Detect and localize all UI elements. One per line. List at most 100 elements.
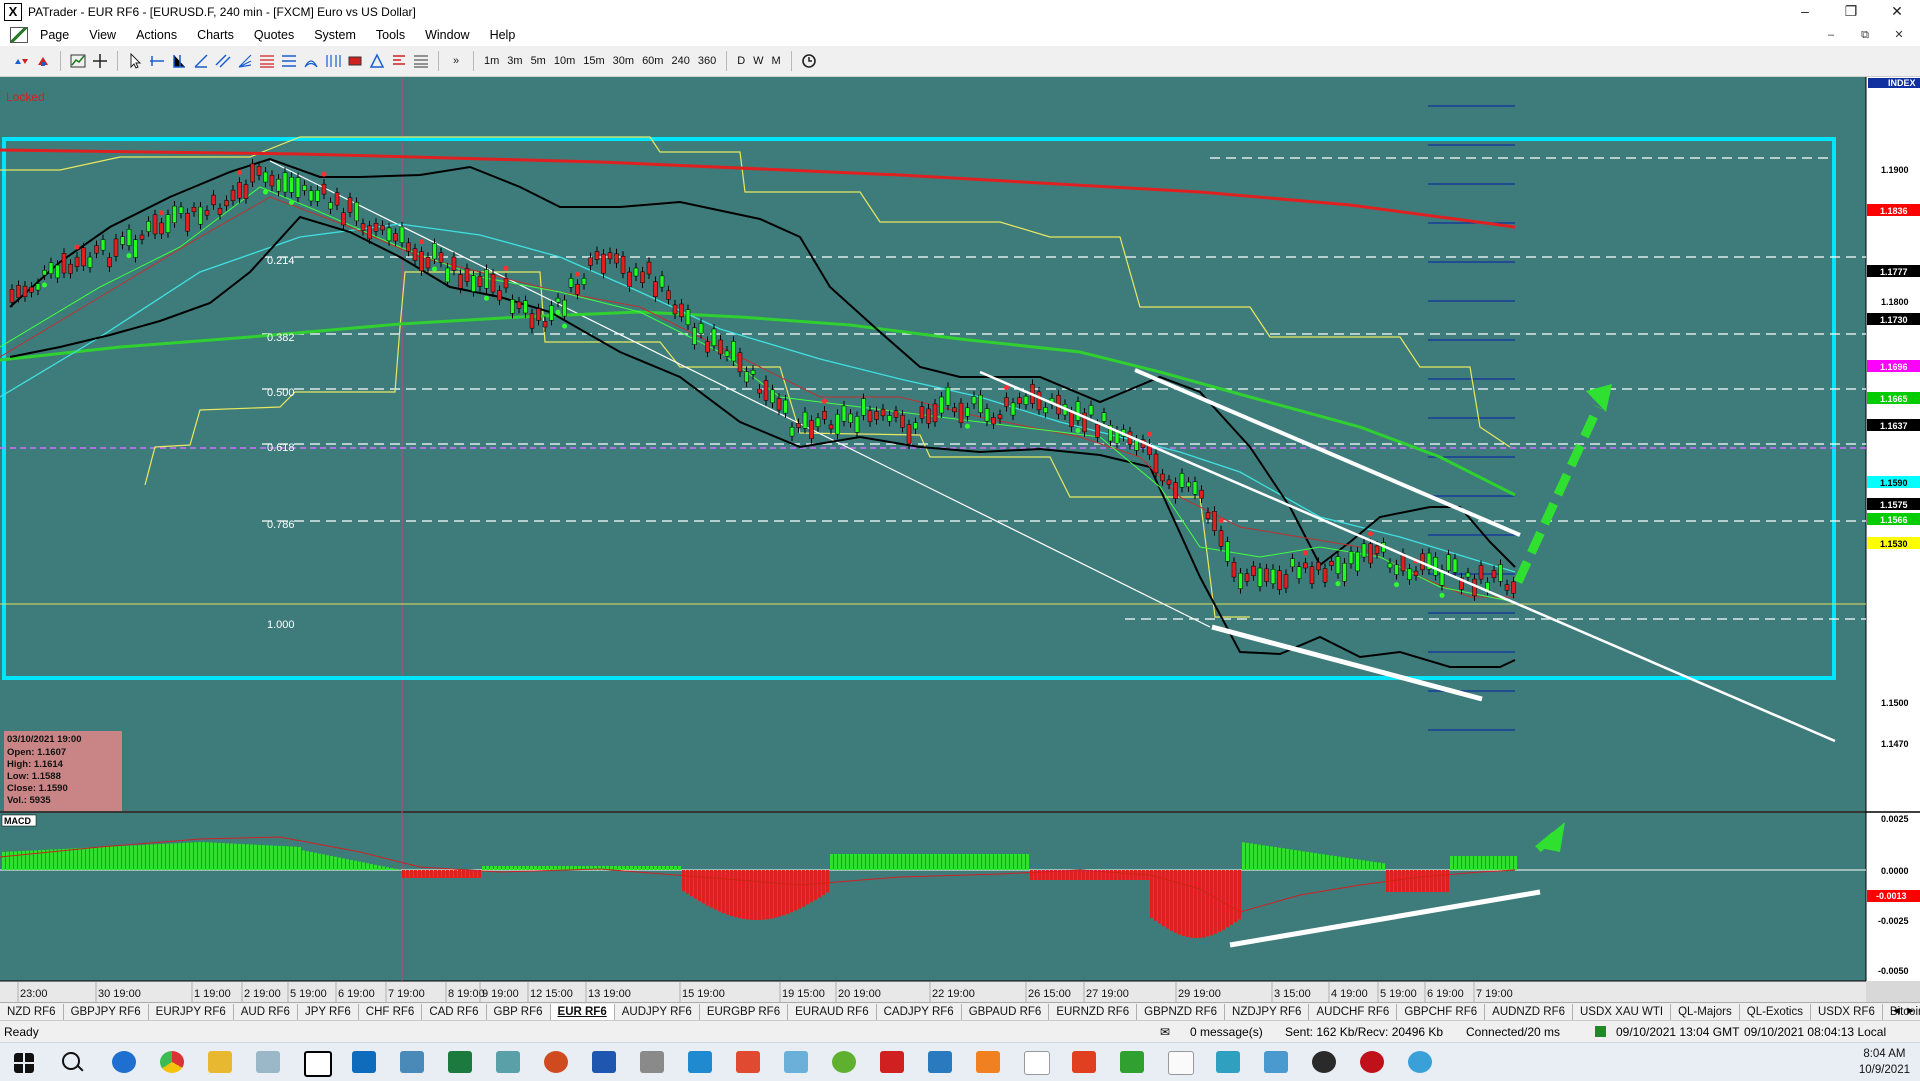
vertical-line-icon[interactable] xyxy=(170,51,188,71)
symbol-tab[interactable]: QL-Majors xyxy=(1671,1004,1740,1021)
symbol-tab[interactable]: NZD RF6 xyxy=(0,1004,64,1021)
app-icon-tray-7[interactable] xyxy=(880,1051,904,1073)
symbol-tab[interactable]: AUDNZD RF6 xyxy=(1485,1004,1573,1021)
menu-page[interactable]: Page xyxy=(30,24,79,46)
channel-icon[interactable] xyxy=(214,51,232,71)
timeframe-10m[interactable]: 10m xyxy=(554,55,575,67)
calculator-icon[interactable] xyxy=(400,1051,424,1073)
app-icon-tray-9[interactable] xyxy=(976,1051,1000,1073)
symbol-tab[interactable]: JPY RF6 xyxy=(298,1004,359,1021)
macd-panel[interactable] xyxy=(0,813,1866,981)
mdi-minimize-button[interactable]: – xyxy=(1814,24,1848,46)
patrader-taskbar-icon[interactable] xyxy=(304,1051,332,1077)
period-weekly[interactable]: W xyxy=(753,55,763,67)
notepad-icon[interactable] xyxy=(1024,1051,1050,1075)
close-button[interactable]: ✕ xyxy=(1874,0,1920,24)
symbol-tab[interactable]: CHF RF6 xyxy=(359,1004,423,1021)
order-icon[interactable] xyxy=(34,51,52,71)
symbol-tab[interactable]: GBPJPY RF6 xyxy=(64,1004,149,1021)
symbol-tab[interactable]: EURAUD RF6 xyxy=(788,1004,876,1021)
symbol-tab[interactable]: EURJPY RF6 xyxy=(149,1004,234,1021)
symbol-tab[interactable]: AUDCHF RF6 xyxy=(1309,1004,1397,1021)
app-icon-tray-13[interactable] xyxy=(1264,1051,1288,1073)
fib-extension-icon[interactable] xyxy=(280,51,298,71)
symbol-tab[interactable]: EUR RF6 xyxy=(551,1004,615,1021)
menu-quotes[interactable]: Quotes xyxy=(244,24,304,46)
timeframe-3m[interactable]: 3m xyxy=(507,55,522,67)
status-messages[interactable]: 0 message(s) xyxy=(1190,1025,1263,1039)
trendline-icon[interactable] xyxy=(192,51,210,71)
app-icon-tray-14[interactable] xyxy=(1312,1051,1336,1073)
timeframe-1m[interactable]: 1m xyxy=(484,55,499,67)
period-monthly[interactable]: M xyxy=(772,55,781,67)
tab-scroll-arrows[interactable]: ◄ ► xyxy=(1891,1003,1916,1020)
mdi-close-button[interactable]: ✕ xyxy=(1882,24,1916,46)
symbol-tab[interactable]: AUDJPY RF6 xyxy=(615,1004,700,1021)
outlook-icon[interactable] xyxy=(352,1051,376,1073)
powerpoint-icon[interactable] xyxy=(544,1051,568,1073)
chrome-icon[interactable] xyxy=(160,1051,184,1073)
toolbar-more-button[interactable]: » xyxy=(447,51,465,71)
symbol-tab[interactable]: GBPCHF RF6 xyxy=(1397,1004,1485,1021)
app-icon-tray-2[interactable] xyxy=(496,1051,520,1073)
word-icon[interactable] xyxy=(592,1051,616,1073)
fibonacci-icon[interactable] xyxy=(258,51,276,71)
start-icon[interactable] xyxy=(14,1053,34,1073)
app-icon-tray-1[interactable] xyxy=(256,1051,280,1073)
minimize-button[interactable]: – xyxy=(1782,0,1828,24)
restore-button[interactable]: ❐ xyxy=(1828,0,1874,24)
menu-tools[interactable]: Tools xyxy=(366,24,415,46)
app-icon-tray-6[interactable] xyxy=(832,1051,856,1073)
crosshair-icon[interactable] xyxy=(91,51,109,71)
menu-window[interactable]: Window xyxy=(415,24,479,46)
menu-view[interactable]: View xyxy=(79,24,126,46)
app-icon-tray-3[interactable] xyxy=(640,1051,664,1073)
timeframe-240[interactable]: 240 xyxy=(671,55,689,67)
levels-icon[interactable] xyxy=(412,51,430,71)
timeframe-15m[interactable]: 15m xyxy=(583,55,604,67)
timeframe-360[interactable]: 360 xyxy=(698,55,716,67)
price-chart[interactable]: Locked 0.214 0.382 0.500 0.618 0.786 1.0… xyxy=(0,77,1920,1003)
app-icon-tray-15[interactable] xyxy=(1360,1051,1384,1073)
symbol-tab[interactable]: EURGBP RF6 xyxy=(700,1004,788,1021)
mdi-restore-button[interactable]: ⧉ xyxy=(1848,24,1882,46)
app-icon-tray-4[interactable] xyxy=(736,1051,760,1073)
symbol-tab[interactable]: NZDJPY RF6 xyxy=(1225,1004,1309,1021)
chart-area[interactable]: Locked 0.214 0.382 0.500 0.618 0.786 1.0… xyxy=(0,77,1920,1003)
file-explorer-icon[interactable] xyxy=(208,1051,232,1073)
symbol-tab[interactable]: CAD RF6 xyxy=(422,1004,486,1021)
telegram-icon[interactable] xyxy=(1408,1051,1432,1073)
clock-icon[interactable] xyxy=(800,51,818,71)
timeframe-60m[interactable]: 60m xyxy=(642,55,663,67)
triangle-icon[interactable] xyxy=(368,51,386,71)
symbol-tab[interactable]: AUD RF6 xyxy=(234,1004,298,1021)
menu-charts[interactable]: Charts xyxy=(187,24,244,46)
time-zones-icon[interactable] xyxy=(324,51,342,71)
symbol-tab[interactable]: QL-Exotics xyxy=(1740,1004,1811,1021)
excel-icon[interactable] xyxy=(448,1051,472,1073)
symbol-tab[interactable]: CADJPY RF6 xyxy=(877,1004,962,1021)
menu-actions[interactable]: Actions xyxy=(126,24,187,46)
app-icon-tray-5[interactable] xyxy=(784,1051,808,1073)
document-icon[interactable] xyxy=(1168,1051,1194,1075)
chart-window-icon[interactable] xyxy=(10,27,28,43)
gann-icon[interactable] xyxy=(302,51,320,71)
rectangle-icon[interactable] xyxy=(346,51,364,71)
timeframe-5m[interactable]: 5m xyxy=(531,55,546,67)
fan-icon[interactable] xyxy=(236,51,254,71)
symbol-tab[interactable]: GBPNZD RF6 xyxy=(1137,1004,1225,1021)
system-clock[interactable]: 8:04 AM 10/9/2021 xyxy=(1859,1046,1910,1078)
timeframe-30m[interactable]: 30m xyxy=(613,55,634,67)
symbol-tab[interactable]: GBP RF6 xyxy=(487,1004,551,1021)
period-daily[interactable]: D xyxy=(737,55,745,67)
text-tool-icon[interactable] xyxy=(390,51,408,71)
symbol-tab[interactable]: USDX XAU WTI xyxy=(1573,1004,1671,1021)
app-icon-tray-12[interactable] xyxy=(1216,1051,1240,1073)
app-icon-tray-11[interactable] xyxy=(1120,1051,1144,1073)
cursor-icon[interactable] xyxy=(126,51,144,71)
buy-sell-icon[interactable] xyxy=(12,51,30,71)
symbol-tab[interactable]: EURNZD RF6 xyxy=(1049,1004,1137,1021)
chart-type-icon[interactable] xyxy=(69,51,87,71)
horizontal-line-icon[interactable] xyxy=(148,51,166,71)
edge-icon[interactable] xyxy=(112,1051,136,1073)
